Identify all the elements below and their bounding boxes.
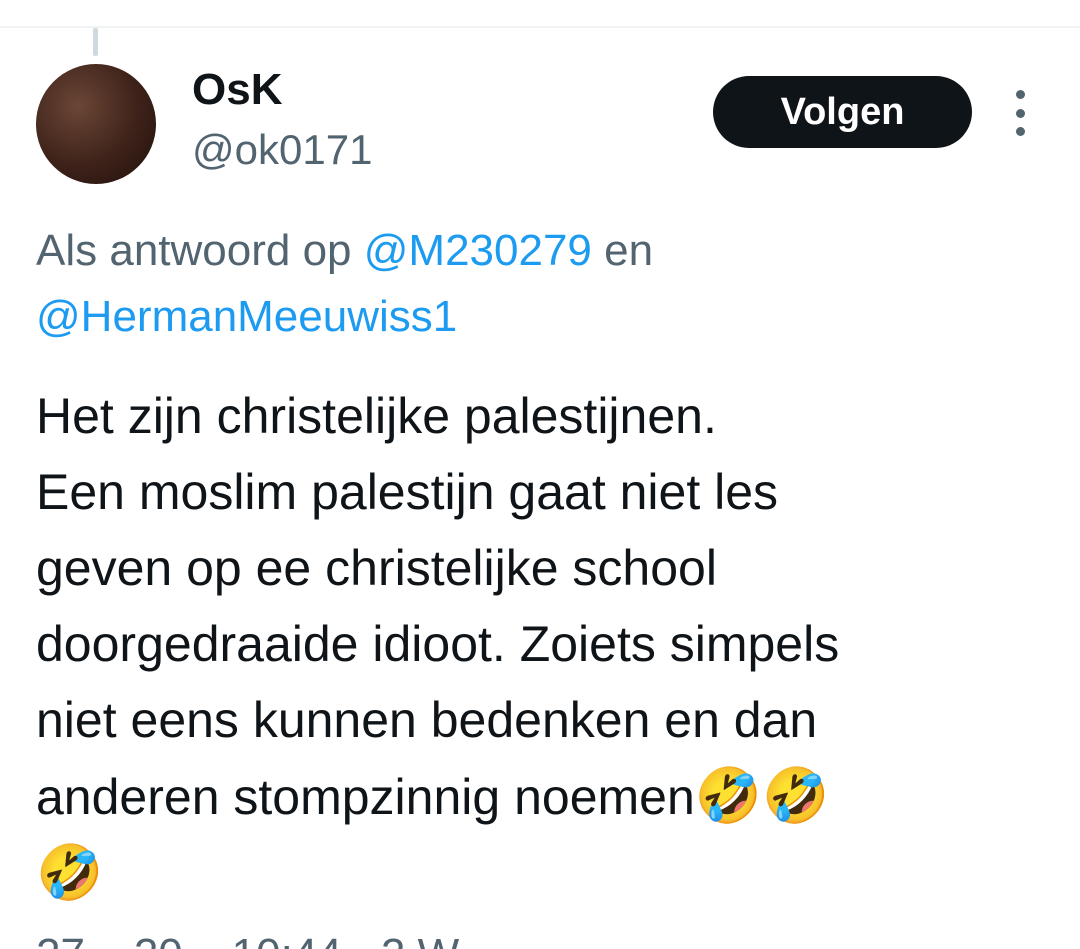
tweet-body: Het zijn christelijke palestijnen. Een m…	[36, 388, 840, 825]
thread-connector-line	[93, 28, 98, 56]
mention-link-m230279[interactable]: @M230279	[364, 226, 592, 275]
avatar[interactable]	[36, 64, 156, 184]
author-handle[interactable]: @ok0171	[192, 124, 372, 176]
reply-context-joiner: en	[591, 226, 654, 275]
mention-link-hermanmeeuwiss1[interactable]: @HermanMeeuwiss1	[36, 292, 457, 341]
tweet-text: Het zijn christelijke palestijnen. Een m…	[36, 378, 1066, 912]
more-dot	[1015, 90, 1025, 99]
more-dot	[1015, 108, 1025, 118]
reply-context: Als antwoord op @M230279 en @HermanMeeuw…	[36, 218, 1046, 350]
more-dot	[1015, 127, 1025, 136]
top-divider	[0, 26, 1080, 28]
reply-context-prefix: Als antwoord op	[36, 226, 364, 275]
more-vertical-icon[interactable]	[1006, 90, 1034, 136]
follow-button[interactable]: Volgen	[713, 76, 972, 148]
tweet-meta-partial: 27 .. 20 .. 10:44 · 2 W..	[36, 930, 481, 949]
author-display-name[interactable]: OsK	[192, 64, 282, 116]
